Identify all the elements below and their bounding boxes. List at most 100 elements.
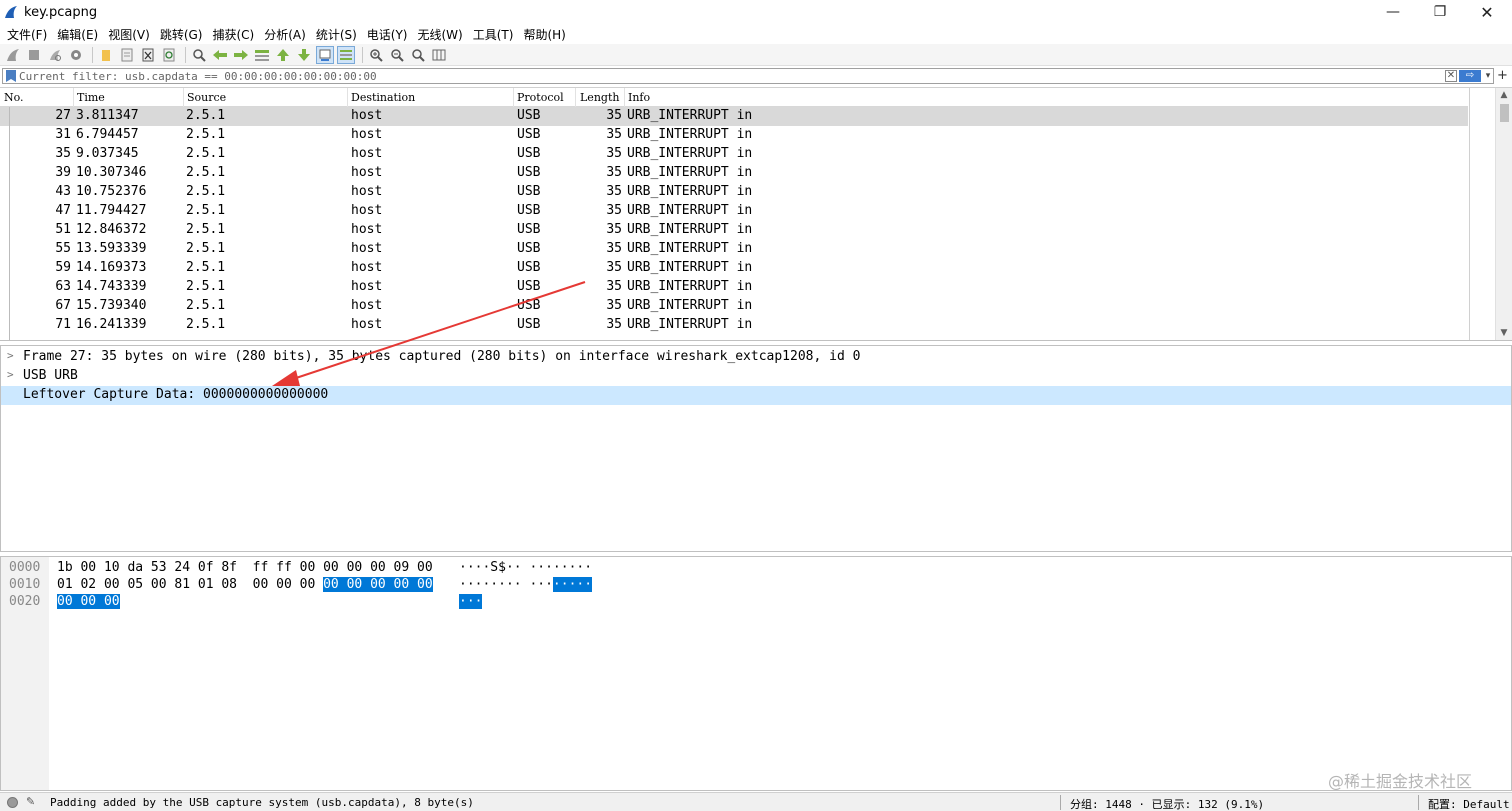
status-packet-count: 分组: 1448 · 已显示: 132 (9.1%) (1070, 798, 1265, 811)
menu-capture[interactable]: 捕获(C) (207, 26, 259, 43)
menu-file[interactable]: 文件(F) (2, 26, 52, 43)
menu-analyze[interactable]: 分析(A) (259, 26, 311, 43)
restart-icon[interactable] (46, 46, 64, 64)
bookmark-icon[interactable] (6, 70, 16, 82)
shark-fin-start-icon[interactable] (4, 46, 22, 64)
status-bar: ✎ Padding added by the USB capture syste… (0, 792, 1512, 811)
clear-filter-button[interactable]: ✕ (1445, 70, 1457, 82)
packet-row[interactable]: 67 15.739340 2.5.1 host USB 35 URB_INTERRUPT i… (0, 297, 1468, 316)
byte-offset: 0020 (9, 594, 41, 609)
packet-cell-time: 16.241339 (76, 317, 147, 332)
column-header-length[interactable]: Length (580, 91, 619, 104)
column-divider[interactable] (575, 88, 576, 107)
detail-row-leftover-data[interactable]: Leftover Capture Data: 0000000000000000 (1, 386, 1511, 405)
add-filter-button[interactable]: + (1497, 68, 1508, 83)
restore-button[interactable]: ❐ (1417, 0, 1463, 24)
packet-cell-source: 2.5.1 (186, 260, 226, 275)
packet-cell-destination: host (351, 184, 383, 199)
chevron-down-icon[interactable]: ▾ (1483, 71, 1493, 81)
scrollbar-thumb[interactable] (1500, 104, 1509, 122)
packet-cell-no: 59 (55, 260, 71, 275)
close-file-icon[interactable] (139, 46, 157, 64)
column-divider[interactable] (73, 88, 74, 107)
minimize-button[interactable]: — (1370, 0, 1416, 24)
column-divider[interactable] (513, 88, 514, 107)
edit-comment-icon[interactable]: ✎ (26, 795, 35, 808)
zoom-out-icon[interactable] (388, 46, 406, 64)
column-header-info[interactable]: Info (628, 91, 650, 104)
packet-row[interactable]: 55 13.593339 2.5.1 host USB 35 URB_INTERRUPT i… (0, 240, 1468, 259)
column-header-protocol[interactable]: Protocol (517, 91, 564, 104)
forward-arrow-icon[interactable] (232, 46, 250, 64)
display-filter-input[interactable] (19, 69, 1445, 83)
column-divider[interactable] (624, 88, 625, 107)
packet-row[interactable]: 31 6.794457 2.5.1 host USB 35 URB_INTERRUPT in (0, 126, 1468, 145)
packet-row[interactable]: 63 14.743339 2.5.1 host USB 35 URB_INTERRUPT i… (0, 278, 1468, 297)
packet-row[interactable]: 59 14.169373 2.5.1 host USB 35 URB_INTERRUPT i… (0, 259, 1468, 278)
detail-row-usb-urb[interactable]: > USB URB (1, 367, 1511, 386)
menu-edit[interactable]: 编辑(E) (52, 26, 103, 43)
menu-telephony[interactable]: 电话(Y) (362, 26, 413, 43)
main-toolbar (0, 44, 1512, 66)
reload-icon[interactable] (160, 46, 178, 64)
packet-cell-length: 35 (606, 203, 622, 218)
stop-icon[interactable] (25, 46, 43, 64)
save-file-icon[interactable] (118, 46, 136, 64)
packet-list-scrollbar[interactable]: ▲ ▼ (1495, 88, 1512, 340)
column-divider[interactable] (183, 88, 184, 107)
packet-list-header: No. Time Source Destination Protocol Len… (0, 88, 1468, 107)
packet-row[interactable]: 39 10.307346 2.5.1 host USB 35 URB_INTERRUPT i… (0, 164, 1468, 183)
byte-row[interactable]: 0000 1b 00 10 da 53 24 0f 8f ff ff 00 00… (1, 559, 701, 576)
colorize-icon[interactable] (337, 45, 355, 64)
packet-row[interactable]: 27 3.811347 2.5.1 host USB 35 URB_INTERRUPT in (0, 107, 1468, 126)
menu-help[interactable]: 帮助(H) (518, 26, 570, 43)
column-divider[interactable] (347, 88, 348, 107)
watermark-text: @稀土掘金技术社区 (1328, 772, 1473, 791)
packet-cell-protocol: USB (517, 108, 541, 123)
status-profile[interactable]: 配置: Default (1428, 796, 1510, 811)
packet-row[interactable]: 51 12.846372 2.5.1 host USB 35 URB_INTERRUPT i… (0, 221, 1468, 240)
column-header-no[interactable]: No. (4, 91, 24, 104)
packet-row[interactable]: 43 10.752376 2.5.1 host USB 35 URB_INTERRUPT i… (0, 183, 1468, 202)
open-folder-icon[interactable] (97, 46, 115, 64)
menu-wireless[interactable]: 无线(W) (413, 26, 468, 43)
packet-row[interactable]: 47 11.794427 2.5.1 host USB 35 URB_INTERRUPT i… (0, 202, 1468, 221)
scroll-up-icon[interactable]: ▲ (1496, 88, 1512, 102)
find-icon[interactable] (190, 46, 208, 64)
menu-view[interactable]: 视图(V) (103, 26, 155, 43)
column-header-source[interactable]: Source (187, 91, 226, 104)
byte-offset: 0010 (9, 577, 41, 592)
first-packet-icon[interactable] (274, 46, 292, 64)
packet-row[interactable]: 35 9.037345 2.5.1 host USB 35 URB_INTERRUPT in (0, 145, 1468, 164)
close-button[interactable]: ✕ (1464, 0, 1510, 24)
apply-filter-button[interactable]: ⇨ (1459, 70, 1481, 82)
packet-cell-source: 2.5.1 (186, 279, 226, 294)
scroll-down-icon[interactable]: ▼ (1496, 326, 1512, 340)
zoom-normal-icon[interactable] (409, 46, 427, 64)
last-packet-icon[interactable] (295, 46, 313, 64)
packet-minimap[interactable] (1469, 88, 1495, 340)
menu-go[interactable]: 跳转(G) (155, 26, 208, 43)
zoom-in-icon[interactable] (367, 46, 385, 64)
detail-row-frame[interactable]: > Frame 27: 35 bytes on wire (280 bits),… (1, 348, 1511, 367)
column-header-destination[interactable]: Destination (351, 91, 415, 104)
packet-cell-time: 14.169373 (76, 260, 147, 275)
resize-columns-icon[interactable] (430, 46, 448, 64)
display-filter-bar: ✕ ⇨ ▾ (2, 68, 1494, 84)
packet-cell-source: 2.5.1 (186, 222, 226, 237)
expand-arrow-icon[interactable]: > (7, 368, 14, 381)
back-arrow-icon[interactable] (211, 46, 229, 64)
expand-arrow-icon[interactable]: > (7, 349, 14, 362)
menu-statistics[interactable]: 统计(S) (311, 26, 362, 43)
menu-tools[interactable]: 工具(T) (468, 26, 519, 43)
byte-row[interactable]: 0010 01 02 00 05 00 81 01 08 00 00 00 00… (1, 576, 701, 593)
go-to-packet-icon[interactable] (253, 46, 271, 64)
expert-info-led-icon[interactable] (7, 797, 18, 808)
packet-cell-time: 10.752376 (76, 184, 147, 199)
byte-row[interactable]: 0020 00 00 00 ··· (1, 593, 701, 610)
packet-row[interactable]: 71 16.241339 2.5.1 host USB 35 URB_INTERRUPT i… (0, 316, 1468, 335)
autoscroll-icon[interactable] (316, 45, 334, 64)
packet-cell-length: 35 (606, 260, 622, 275)
options-gear-icon[interactable] (67, 46, 85, 64)
column-header-time[interactable]: Time (77, 91, 105, 104)
